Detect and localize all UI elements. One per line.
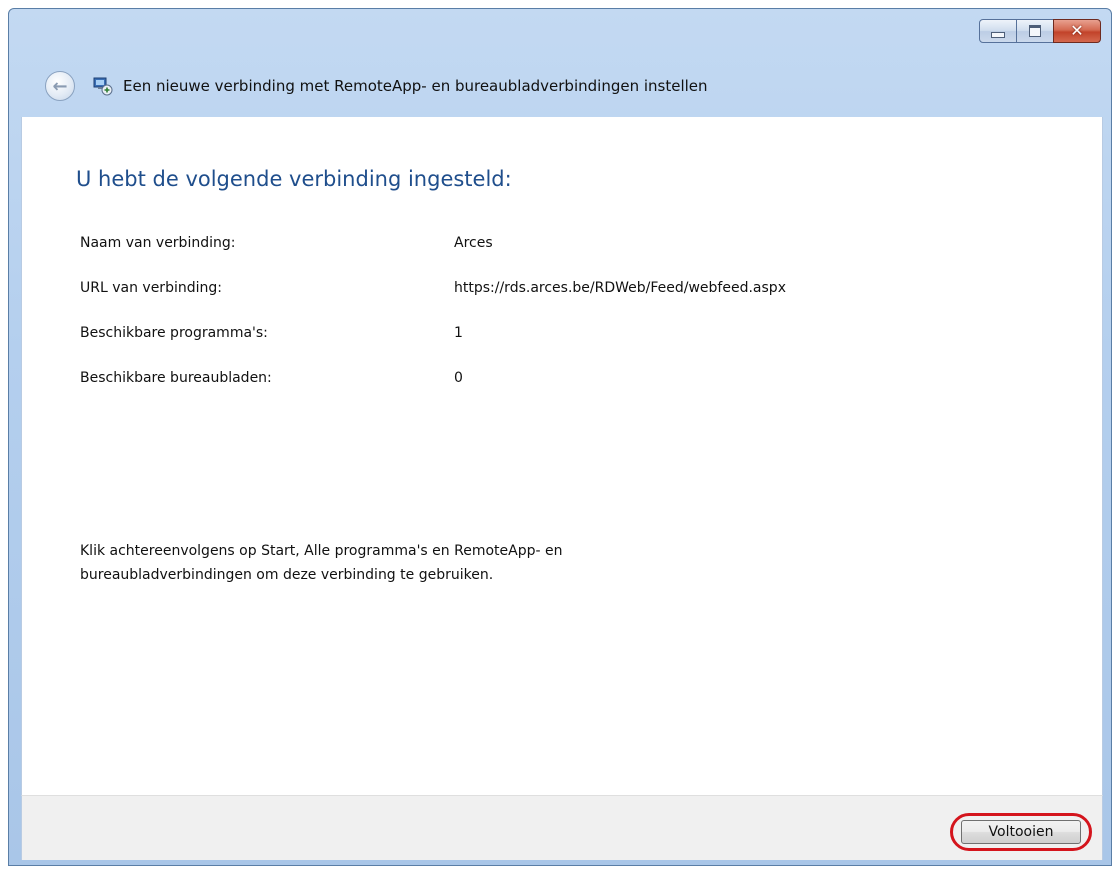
- summary-row-programs: Beschikbare programma's: 1: [80, 325, 786, 370]
- available-desktops-label: Beschikbare bureaubladen:: [80, 370, 272, 386]
- connection-name-label: Naam van verbinding:: [80, 235, 236, 251]
- window-title: Een nieuwe verbinding met RemoteApp- en …: [123, 77, 708, 95]
- remoteapp-connection-icon: [93, 76, 113, 96]
- available-desktops-value: 0: [454, 370, 463, 386]
- page-heading: U hebt de volgende verbinding ingesteld:: [76, 167, 512, 191]
- back-arrow-icon: ←: [52, 75, 68, 97]
- available-programs-label: Beschikbare programma's:: [80, 325, 268, 341]
- summary-row-desktops: Beschikbare bureaubladen: 0: [80, 370, 786, 415]
- maximize-button[interactable]: [1016, 19, 1054, 43]
- back-button[interactable]: ←: [45, 71, 75, 101]
- summary-row-name: Naam van verbinding: Arces: [80, 235, 786, 280]
- summary-row-url: URL van verbinding: https://rds.arces.be…: [80, 280, 786, 325]
- wizard-footer: Voltooien: [21, 795, 1103, 860]
- usage-instruction: Klik achtereenvolgens op Start, Alle pro…: [80, 543, 563, 583]
- finish-button-highlight: Voltooien: [950, 813, 1092, 851]
- navigation-row: ← Een nieuwe verbinding met RemoteApp- e…: [45, 71, 708, 101]
- connection-url-value: https://rds.arces.be/RDWeb/Feed/webfeed.…: [454, 280, 786, 296]
- wizard-window: ✕ ← Een nieuwe verbinding met RemoteApp-…: [8, 8, 1112, 866]
- connection-url-label: URL van verbinding:: [80, 280, 222, 296]
- close-button[interactable]: ✕: [1053, 19, 1101, 43]
- wizard-content: U hebt de volgende verbinding ingesteld:…: [21, 117, 1103, 795]
- caption-buttons: ✕: [979, 19, 1101, 43]
- close-icon: ✕: [1070, 21, 1084, 40]
- finish-button[interactable]: Voltooien: [961, 820, 1081, 844]
- title-bar: ✕ ← Een nieuwe verbinding met RemoteApp-…: [9, 9, 1111, 119]
- connection-summary: Naam van verbinding: Arces URL van verbi…: [80, 235, 786, 415]
- connection-name-value: Arces: [454, 235, 493, 251]
- minimize-icon: [991, 32, 1005, 38]
- minimize-button[interactable]: [979, 19, 1017, 43]
- maximize-icon: [1029, 25, 1041, 37]
- available-programs-value: 1: [454, 325, 463, 341]
